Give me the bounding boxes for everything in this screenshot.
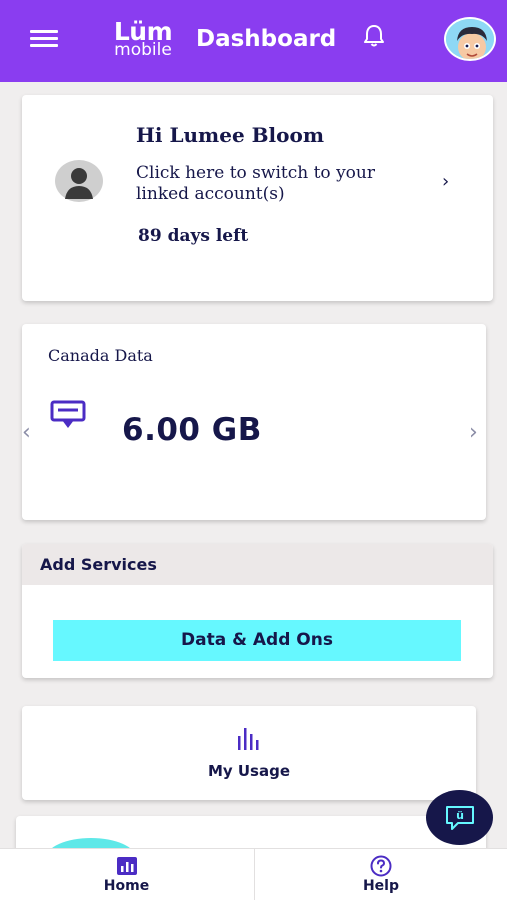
add-services-header: Add Services	[22, 544, 493, 585]
my-usage-card[interactable]: My Usage	[22, 706, 476, 800]
sim-card-icon	[50, 400, 88, 430]
data-balance-label: Canada Data	[48, 346, 153, 365]
chat-button[interactable]: ü	[426, 790, 493, 845]
nav-help[interactable]: Help	[254, 849, 507, 900]
chevron-right-icon[interactable]: ›	[442, 171, 449, 192]
nav-help-label: Help	[362, 878, 400, 894]
data-addons-button[interactable]: Data & Add Ons	[53, 620, 461, 661]
logo-sub-text: mobile	[114, 40, 172, 60]
question-circle-icon	[370, 855, 392, 877]
days-left-text: 89 days left	[138, 226, 249, 246]
cartoon-avatar-icon[interactable]	[444, 17, 496, 61]
chevron-left-icon[interactable]: ‹	[22, 420, 31, 445]
chevron-right-icon[interactable]: ›	[469, 420, 478, 445]
greeting-text: Hi Lumee Bloom	[136, 123, 324, 147]
bell-icon[interactable]	[360, 22, 388, 50]
add-services-title: Add Services	[40, 555, 157, 574]
switch-account-link[interactable]: Click here to switch to your linked acco…	[136, 163, 426, 205]
default-user-avatar-icon	[53, 159, 105, 203]
brand-logo: Lüm mobile	[108, 19, 178, 60]
usage-bars-icon	[235, 726, 263, 750]
nav-home[interactable]: Home	[0, 849, 253, 900]
account-card[interactable]: Hi Lumee Bloom Click here to switch to y…	[22, 95, 493, 301]
home-chart-icon	[116, 857, 137, 875]
chat-glyph: ü	[456, 809, 464, 822]
nav-home-label: Home	[103, 878, 150, 894]
data-balance-card: Canada Data 6.00 GB ‹ ›	[22, 324, 486, 520]
chat-bubble-icon: ü	[446, 806, 474, 830]
bottom-nav: Home Help	[0, 848, 507, 900]
my-usage-label: My Usage	[207, 762, 291, 780]
data-balance-value: 6.00 GB	[122, 412, 262, 448]
hamburger-menu-icon[interactable]	[30, 30, 58, 50]
add-services-card: Add Services Data & Add Ons	[22, 544, 493, 678]
app-header: Lüm mobile Dashboard	[0, 0, 507, 82]
page-title: Dashboard	[196, 26, 337, 52]
